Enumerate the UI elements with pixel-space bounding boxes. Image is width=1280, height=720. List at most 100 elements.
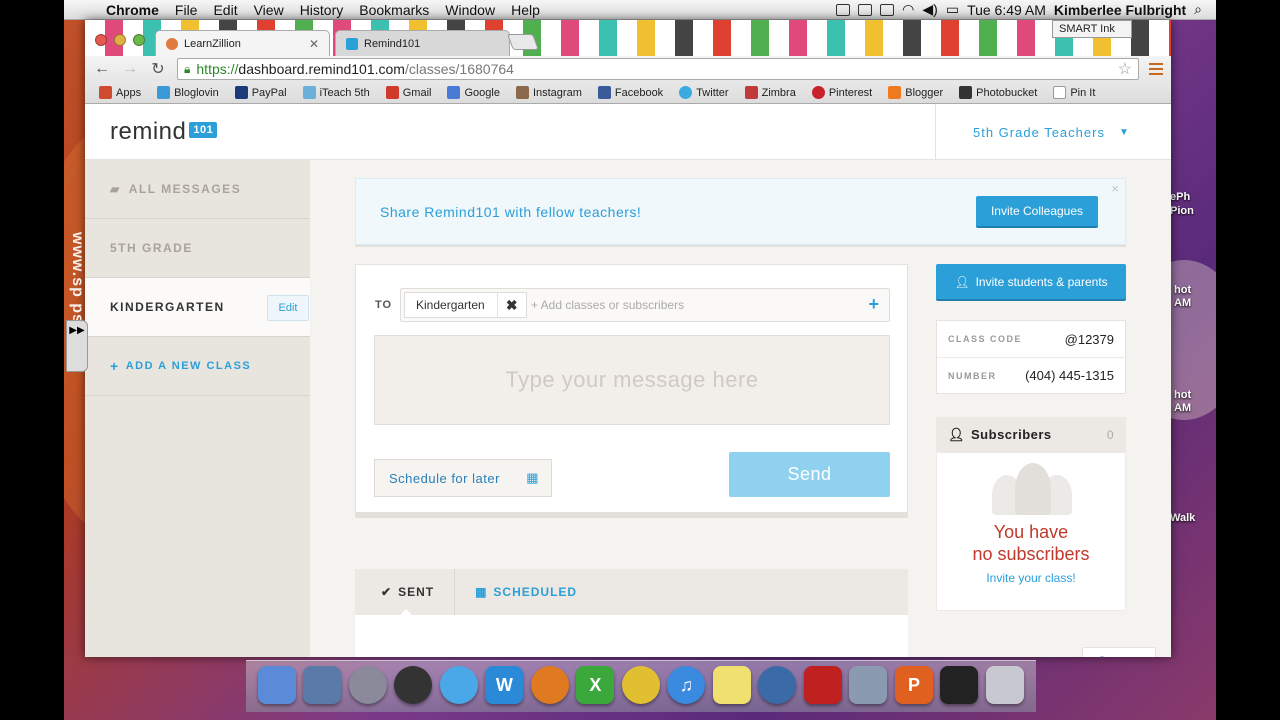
bookmark-facebook[interactable]: Facebook xyxy=(590,86,671,99)
subscribers-title: Subscribers xyxy=(971,427,1052,442)
schedule-for-later-button[interactable]: Schedule for later ▦ xyxy=(374,459,552,497)
subscribers-empty-state: You have no subscribers Invite your clas… xyxy=(936,452,1126,611)
desktop-icon-label: Walk xyxy=(1170,512,1196,524)
menu-view[interactable]: View xyxy=(246,2,292,18)
bookmark-pinit[interactable]: Pin It xyxy=(1045,86,1103,99)
firefox-icon[interactable] xyxy=(530,666,569,704)
bookmark-label: Gmail xyxy=(402,86,432,99)
trash-icon[interactable] xyxy=(986,666,1024,704)
menu-bookmarks[interactable]: Bookmarks xyxy=(351,2,437,18)
subscribers-header[interactable]: 👤︎ Subscribers 0 xyxy=(936,417,1126,452)
invite-colleagues-button[interactable]: Invite Colleagues xyxy=(976,196,1098,228)
bookmark-twitter[interactable]: Twitter xyxy=(671,86,736,99)
bookmark-pinterest[interactable]: Pinterest xyxy=(804,86,880,99)
close-window-icon[interactable] xyxy=(95,34,107,46)
sidebar-item-5th-grade[interactable]: 5TH GRADE xyxy=(85,219,310,278)
smart-side-tab[interactable]: ▶▶ xyxy=(66,320,88,372)
bookmark-photobucket[interactable]: Photobucket xyxy=(951,86,1045,99)
class-info-card: CLASS CODE @12379 NUMBER (404) 445-1315 xyxy=(936,320,1126,394)
bookmark-bloglovin[interactable]: Bloglovin xyxy=(149,86,227,99)
bookmark-blogger[interactable]: Blogger xyxy=(880,86,951,99)
volume-icon[interactable]: ◀) xyxy=(922,1,937,18)
tab-remind101[interactable]: Remind101 xyxy=(335,30,510,56)
acrobat-icon[interactable] xyxy=(803,666,842,704)
tab-scheduled-label: SCHEDULED xyxy=(493,585,578,599)
forward-arrow-icon[interactable]: → xyxy=(121,60,139,78)
close-banner-icon[interactable]: × xyxy=(1111,181,1119,196)
menu-app-name[interactable]: Chrome xyxy=(98,2,167,18)
menubar-clock[interactable]: Tue 6:49 AM xyxy=(967,2,1046,18)
spotlight-search-icon[interactable]: ⌕ xyxy=(1194,1,1202,18)
recipients-field[interactable]: Kindergarten ✖ + Add classes or subscrib… xyxy=(400,288,890,322)
class-switcher-dropdown[interactable]: 5th Grade Teachers ▼ xyxy=(935,104,1171,160)
document-camera-icon[interactable] xyxy=(940,666,979,704)
launchpad-icon[interactable] xyxy=(348,666,387,704)
messages-icon[interactable] xyxy=(439,666,478,704)
remove-recipient-icon[interactable]: ✖ xyxy=(498,297,526,314)
remind101-logo[interactable]: remind 101 xyxy=(110,118,218,146)
back-arrow-icon[interactable]: ← xyxy=(93,60,111,78)
bookmark-iteach[interactable]: iTeach 5th xyxy=(295,86,378,99)
chrome-menu-icon[interactable] xyxy=(1149,63,1163,75)
close-tab-icon[interactable]: ✕ xyxy=(309,37,319,51)
word-icon[interactable]: W xyxy=(485,666,524,704)
tab-learnzillion[interactable]: LearnZillion ✕ xyxy=(155,30,330,56)
menu-help[interactable]: Help xyxy=(503,2,548,18)
bookmark-paypal[interactable]: PayPal xyxy=(227,86,295,99)
mail-icon[interactable] xyxy=(303,666,342,704)
bookmark-zimbra[interactable]: Zimbra xyxy=(737,86,804,99)
stickies-icon[interactable] xyxy=(712,666,751,704)
bookmark-apps[interactable]: Apps xyxy=(91,86,149,99)
support-button[interactable]: Support xyxy=(1082,647,1156,657)
powerpoint-icon[interactable]: P xyxy=(894,666,933,704)
subscribers-count: 0 xyxy=(1106,427,1114,442)
invite-your-class-link[interactable]: Invite your class! xyxy=(937,571,1125,585)
desktop-icon-label: hot xyxy=(1174,389,1192,401)
bookmark-star-icon[interactable]: ☆ xyxy=(1118,59,1132,79)
battery-icon[interactable]: ▭ xyxy=(946,1,959,18)
photobucket-icon xyxy=(959,86,973,99)
sidebar-item-all-messages[interactable]: ▰ ALL MESSAGES xyxy=(85,160,310,219)
apps-grid-icon xyxy=(99,86,112,99)
dashboard-icon[interactable] xyxy=(394,666,433,704)
calendar-icon: ▦ xyxy=(526,470,539,485)
invite-students-parents-button[interactable]: 👤︎ Invite students & parents xyxy=(936,264,1126,301)
finder-icon[interactable] xyxy=(257,666,296,704)
add-new-class-button[interactable]: + ADD A NEW CLASS xyxy=(85,337,310,396)
reload-icon[interactable]: ↻ xyxy=(149,59,167,79)
add-recipient-plus-icon[interactable]: + xyxy=(868,294,879,315)
sidebar-item-kindergarten[interactable]: KINDERGARTEN Edit xyxy=(85,278,310,337)
message-textarea[interactable]: Type your message here xyxy=(374,335,890,425)
tray-icon[interactable] xyxy=(880,3,895,16)
bookmark-gmail[interactable]: Gmail xyxy=(378,86,440,99)
mac-dock: W X ♫ P xyxy=(246,660,1036,712)
tray-icon[interactable] xyxy=(836,3,851,16)
menu-window[interactable]: Window xyxy=(437,2,503,18)
share-banner: Share Remind101 with fellow teachers! In… xyxy=(355,178,1126,245)
menu-edit[interactable]: Edit xyxy=(205,2,245,18)
bookmark-instagram[interactable]: Instagram xyxy=(508,86,590,99)
address-bar[interactable]: 🔒︎ https://dashboard.remind101.com/class… xyxy=(177,58,1139,80)
pinterest-icon xyxy=(811,86,825,99)
iphoto-icon[interactable] xyxy=(849,666,888,704)
bookmarks-bar: Apps Bloglovin PayPal iTeach 5th Gmail G… xyxy=(85,82,1171,104)
tray-icon[interactable] xyxy=(858,3,873,16)
menu-file[interactable]: File xyxy=(167,2,206,18)
wifi-icon[interactable]: ◠ xyxy=(902,1,914,18)
excel-icon[interactable]: X xyxy=(576,666,615,704)
menubar-user[interactable]: Kimberlee Fulbright xyxy=(1054,2,1186,18)
menu-history[interactable]: History xyxy=(292,2,352,18)
chrome-icon[interactable] xyxy=(621,666,660,704)
new-tab-button[interactable] xyxy=(507,34,539,50)
gmail-icon xyxy=(385,86,399,99)
edit-class-button[interactable]: Edit xyxy=(267,295,309,321)
quicktime-icon[interactable] xyxy=(758,666,797,704)
add-recipients-input[interactable]: + Add classes or subscribers xyxy=(531,298,684,312)
send-button[interactable]: Send xyxy=(729,452,890,497)
bookmark-google[interactable]: Google xyxy=(439,86,507,99)
zoom-window-icon[interactable] xyxy=(133,34,145,46)
minimize-window-icon[interactable] xyxy=(114,34,126,46)
smart-ink-toolbar[interactable]: SMART Ink xyxy=(1052,20,1132,38)
itunes-icon[interactable]: ♫ xyxy=(667,666,706,704)
tab-scheduled[interactable]: ▦ SCHEDULED xyxy=(455,569,597,615)
